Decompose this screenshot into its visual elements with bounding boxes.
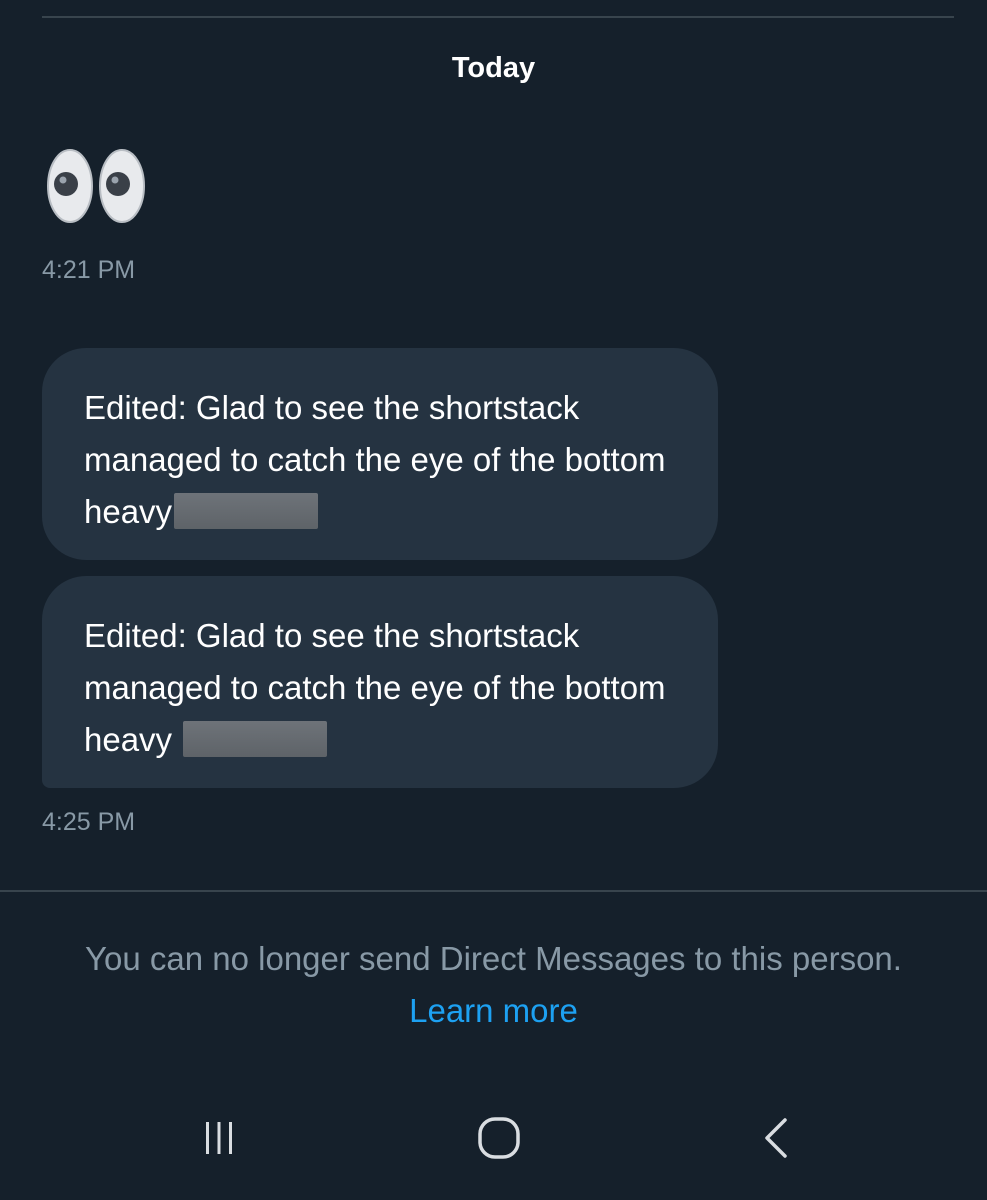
date-header: Today <box>451 52 536 84</box>
recents-icon <box>199 1118 239 1163</box>
top-divider <box>42 16 954 18</box>
eyes-icon[interactable] <box>46 148 150 224</box>
recents-button[interactable] <box>184 1110 254 1170</box>
home-button[interactable] <box>464 1110 534 1170</box>
dm-disabled-notice: You can no longer send Direct Messages t… <box>85 940 902 977</box>
back-button[interactable] <box>742 1110 812 1170</box>
redaction-block <box>174 493 319 529</box>
composer-divider <box>0 890 987 892</box>
system-navigation-bar <box>0 1090 987 1200</box>
home-icon <box>476 1115 522 1166</box>
message-bubble[interactable]: Edited: Glad to see the shortstack manag… <box>42 576 718 788</box>
message-timestamp: 4:25 PM <box>42 808 136 836</box>
message-timestamp: 4:21 PM <box>42 256 136 284</box>
learn-more-link[interactable]: Learn more <box>0 992 987 1030</box>
redaction-block <box>183 721 328 757</box>
message-text: Edited: Glad to see the shortstack manag… <box>84 617 666 758</box>
back-icon <box>757 1116 797 1165</box>
message-bubble[interactable]: Edited: Glad to see the shortstack manag… <box>42 348 718 560</box>
message-text: Edited: Glad to see the shortstack manag… <box>84 389 666 530</box>
dm-conversation-screen: Today 4:21 PM Edited: Glad to see the sh… <box>0 0 987 1200</box>
